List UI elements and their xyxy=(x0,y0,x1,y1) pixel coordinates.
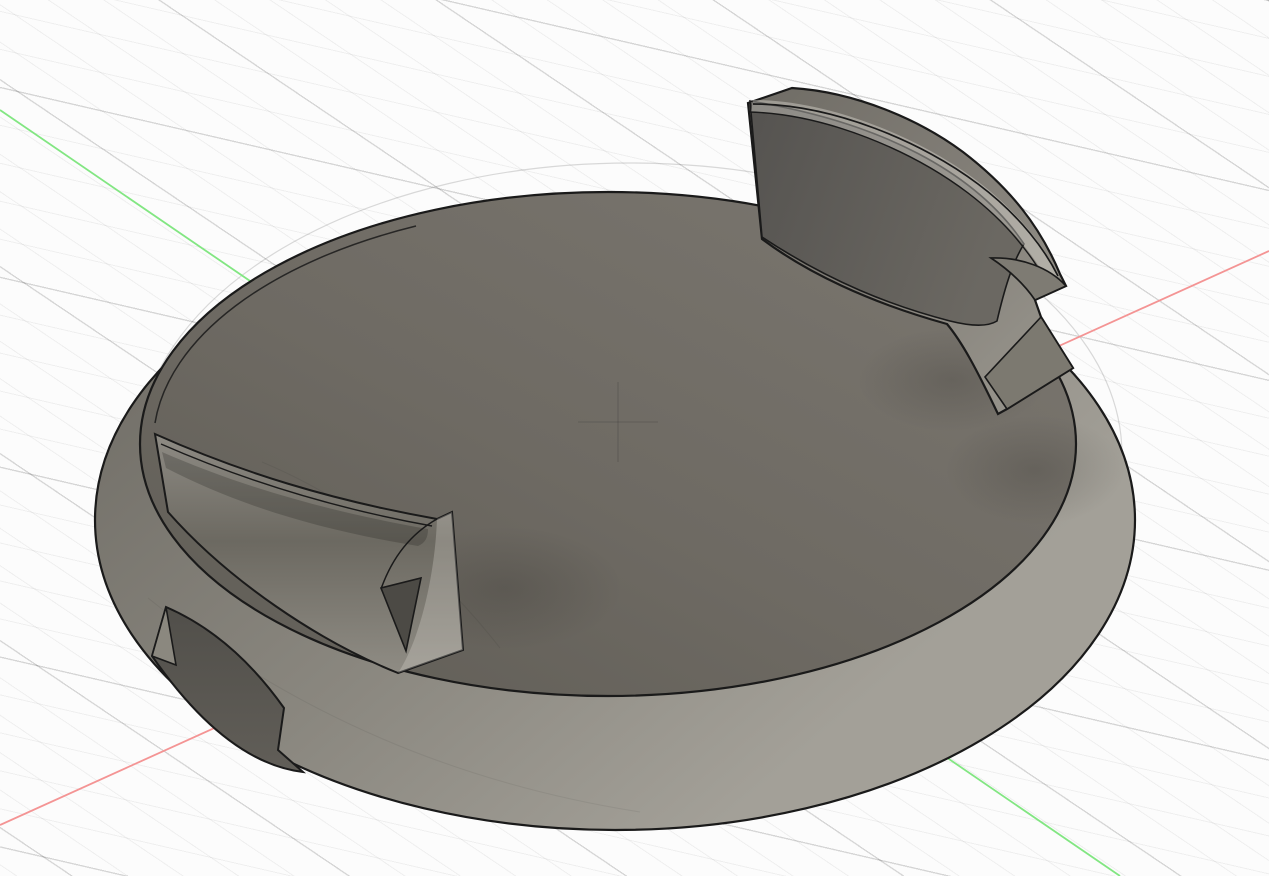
viewport-canvas[interactable] xyxy=(0,0,1269,876)
scene-svg xyxy=(0,0,1269,876)
shadow-tab-below xyxy=(945,415,1125,525)
